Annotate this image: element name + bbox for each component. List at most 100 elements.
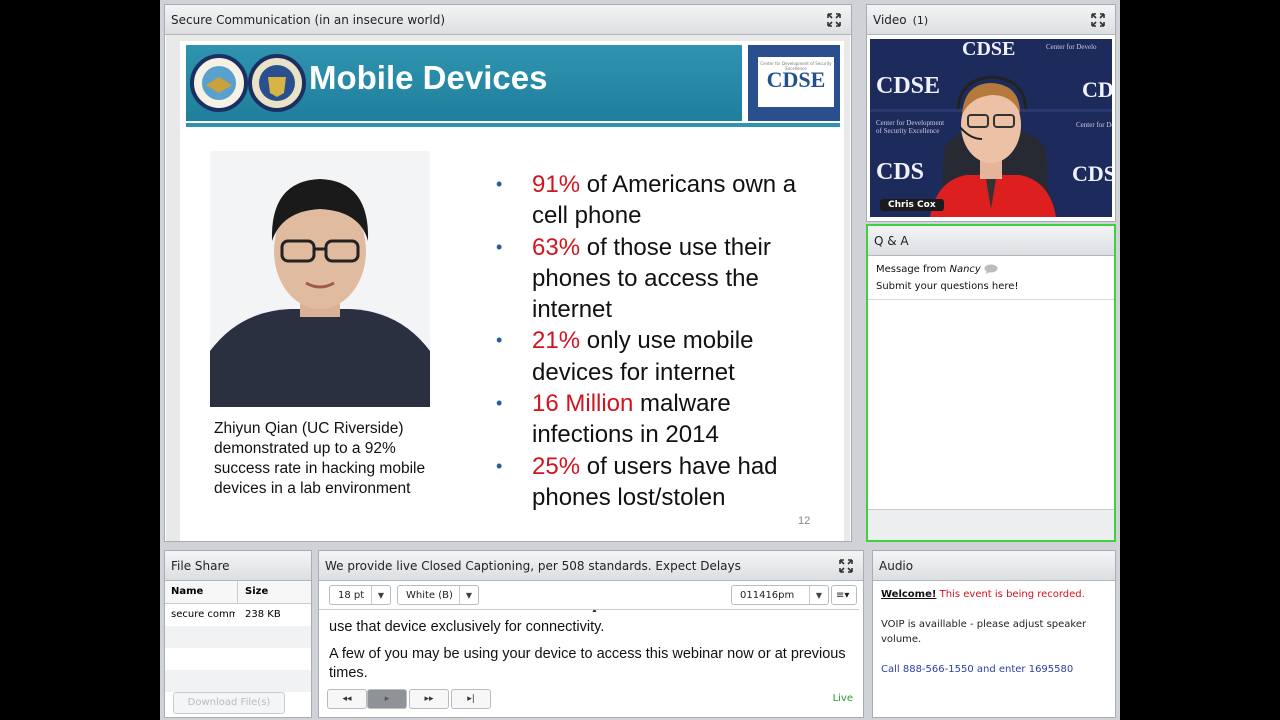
column-header-size[interactable]: Size bbox=[245, 581, 268, 603]
dss-seal-icon bbox=[248, 54, 306, 112]
bullet-highlight: 21% bbox=[532, 327, 581, 355]
slide: Mobile Devices Center for Development of… bbox=[180, 41, 844, 541]
bullet-dot-icon: • bbox=[496, 393, 503, 414]
fullscreen-icon[interactable] bbox=[827, 13, 841, 27]
font-size-select[interactable]: 18 pt ▼ bbox=[329, 585, 391, 605]
dial-in-info: Call 888-566-1550 and enter 1695580 bbox=[881, 664, 1074, 675]
scroll-up-icon[interactable]: ▲ bbox=[591, 610, 598, 614]
cdse-logo-tagline: Center for Development of Security Excel… bbox=[760, 61, 832, 71]
svg-text:CDS: CDS bbox=[1072, 161, 1112, 186]
dod-seal-icon bbox=[190, 54, 248, 112]
empty-row bbox=[165, 670, 311, 692]
bullet-dot-icon: • bbox=[496, 174, 503, 194]
captioning-pod-title: We provide live Closed Captioning, per 5… bbox=[319, 551, 863, 581]
svg-text:CDSE: CDSE bbox=[876, 73, 940, 99]
empty-row bbox=[165, 648, 311, 670]
caption-navigation: ◂◂ ▸ ▸▸ ▸| Live bbox=[319, 687, 863, 717]
audio-pod-title: Audio bbox=[873, 551, 1115, 581]
bullet-highlight: 16 Million bbox=[532, 390, 634, 418]
svg-text:Center for Development: Center for Development bbox=[876, 119, 944, 127]
bullet-item: • 63% of those use their phones to access… bbox=[496, 232, 826, 326]
voip-notice: VOIP is availlable - please adjust speak… bbox=[881, 619, 1087, 645]
share-pod: Secure Communication (in an insecure wor… bbox=[164, 4, 852, 542]
qa-message-sender: Nancy bbox=[949, 264, 981, 275]
slide-viewport: Mobile Devices Center for Development of… bbox=[166, 35, 850, 541]
svg-text:CDS: CDS bbox=[876, 159, 924, 185]
fullscreen-icon[interactable] bbox=[839, 559, 853, 573]
captioning-pod: We provide live Closed Captioning, per 5… bbox=[318, 550, 864, 718]
fast-forward-button[interactable]: ▸▸ bbox=[409, 689, 449, 709]
captioning-toolbar: 18 pt ▼ White (B) ▼ 011416pm ▼ ≡▾ bbox=[319, 581, 863, 611]
file-share-title: File Share bbox=[165, 551, 311, 581]
share-title-text: Secure Communication (in an insecure wor… bbox=[171, 13, 446, 27]
caption-line: A few of you may be using your device to… bbox=[329, 646, 846, 681]
first-page-button[interactable]: ◂◂ bbox=[327, 689, 367, 709]
bullet-highlight: 91% bbox=[532, 171, 581, 198]
video-feed: CDSE CDSE CD CDS CDS Center for Developm… bbox=[870, 39, 1112, 217]
video-title-text: Video bbox=[873, 13, 907, 27]
file-name: secure comms bbox=[171, 609, 235, 620]
recording-notice: This event is being recorded. bbox=[936, 589, 1085, 600]
svg-text:CDSE: CDSE bbox=[962, 39, 1015, 60]
qa-footer bbox=[868, 509, 1114, 540]
empty-row bbox=[165, 626, 311, 648]
audio-pod: Audio Welcome! This event is being recor… bbox=[872, 550, 1116, 718]
chevron-down-icon: ▼ bbox=[371, 586, 390, 604]
bullet-dot-icon: • bbox=[496, 236, 503, 257]
chevron-down-icon: ▼ bbox=[459, 586, 478, 604]
slide-page-number: 12 bbox=[798, 515, 811, 527]
cdse-logo: Center for Development of Security Excel… bbox=[758, 57, 834, 107]
bullet-highlight: 63% bbox=[532, 233, 581, 261]
file-table: Name Size secure comms 238 KB bbox=[165, 581, 311, 692]
last-page-button[interactable]: ▸| bbox=[451, 689, 491, 709]
video-pod-title: Video (1) bbox=[867, 5, 1115, 35]
bullet-dot-icon: • bbox=[496, 455, 503, 476]
bullet-item: • 16 Million malware infections in 2014 bbox=[496, 388, 826, 451]
color-value: White (B) bbox=[406, 590, 453, 601]
qa-message-text: Submit your questions here! bbox=[876, 281, 1019, 292]
video-pod: Video (1) CDSE CDSE CD CDS CDS Center for… bbox=[866, 4, 1116, 222]
bullet-item: • 91% of Americans own a cell phone bbox=[496, 169, 826, 232]
webinar-room: Secure Communication (in an insecure wor… bbox=[160, 0, 1120, 720]
file-table-header: Name Size bbox=[165, 581, 311, 604]
svg-text:Center for Develo: Center for Develo bbox=[1046, 43, 1097, 51]
file-size: 238 KB bbox=[245, 609, 281, 620]
caption-line: use that device exclusively for connecti… bbox=[329, 619, 605, 635]
cdse-logo-text: CDSE bbox=[766, 67, 826, 92]
slide-title: Mobile Devices bbox=[309, 59, 548, 96]
qa-message-prefix: Message from bbox=[876, 264, 947, 275]
video-count: (1) bbox=[912, 14, 929, 27]
slide-bullet-list: • 91% of Americans own a cell phone • 63% … bbox=[496, 169, 826, 513]
file-row[interactable]: secure comms 238 KB bbox=[165, 604, 311, 626]
welcome-text: Welcome! bbox=[881, 589, 937, 600]
transcript-scroll-indicator: ▲ bbox=[329, 610, 859, 618]
video-backdrop-image: CDSE CDSE CD CDS CDS Center for Developm… bbox=[870, 39, 1112, 217]
font-size-value: 18 pt bbox=[338, 590, 365, 601]
qa-message[interactable]: Message from Nancy Submit your questions… bbox=[868, 256, 1114, 300]
svg-text:of Security Excellence: of Security Excellence bbox=[876, 127, 939, 135]
download-files-button[interactable]: Download File(s) bbox=[173, 692, 285, 714]
time-select[interactable]: 011416pm ▼ bbox=[731, 585, 829, 605]
caption-transcript[interactable]: ▲ use that device exclusively for connec… bbox=[319, 609, 859, 685]
share-pod-title: Secure Communication (in an insecure wor… bbox=[165, 5, 851, 35]
svg-text:CD: CD bbox=[1082, 77, 1112, 102]
fullscreen-icon[interactable] bbox=[1091, 13, 1105, 27]
chevron-down-icon: ▼ bbox=[809, 586, 828, 604]
presenter-name-tag: Chris Cox bbox=[880, 199, 944, 211]
photo-caption: Zhiyun Qian (UC Riverside) demonstrated … bbox=[214, 420, 426, 497]
qa-pod: Q & A Message from Nancy Submit your que… bbox=[866, 224, 1116, 542]
slide-header-bar: Mobile Devices bbox=[186, 45, 742, 121]
column-header-name[interactable]: Name bbox=[171, 581, 203, 603]
options-menu-button[interactable]: ≡▾ bbox=[831, 585, 857, 605]
color-select[interactable]: White (B) ▼ bbox=[397, 585, 479, 605]
chat-bubble-icon bbox=[984, 264, 998, 274]
bullet-item: • 25% of users have had phones lost/stole… bbox=[496, 451, 826, 514]
live-indicator[interactable]: Live bbox=[833, 693, 853, 704]
audio-info: Welcome! This event is being recorded. V… bbox=[881, 587, 1109, 677]
bullet-item: • 21% only use mobile devices for interne… bbox=[496, 325, 826, 388]
play-button[interactable]: ▸ bbox=[367, 689, 407, 709]
presenter-photo bbox=[210, 151, 430, 407]
time-value: 011416pm bbox=[740, 590, 795, 601]
slide-header-divider bbox=[186, 123, 840, 127]
column-divider bbox=[237, 581, 238, 603]
